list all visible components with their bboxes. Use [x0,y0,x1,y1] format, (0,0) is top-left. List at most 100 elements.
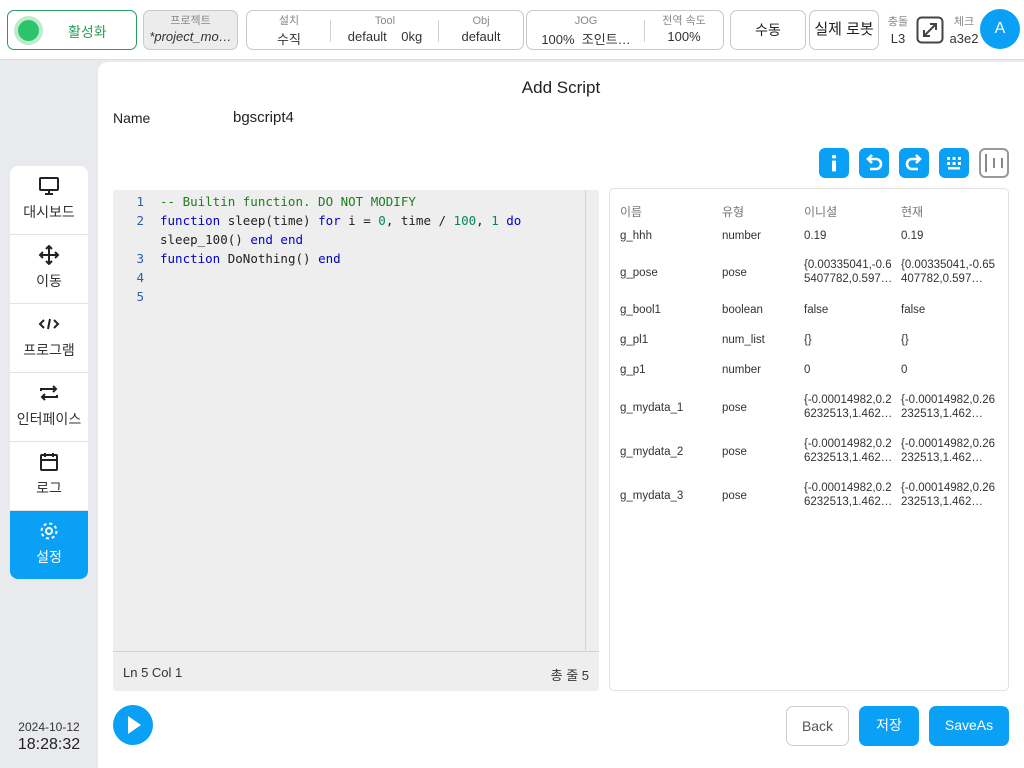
speed-label: 전역 속도 [662,15,706,27]
obj-cell[interactable]: Obj default [439,11,523,49]
editor-status-bar: Ln 5 Col 1 총 줄 5 [113,651,599,691]
header-type: 유형 [722,205,745,219]
sidebar-item-program[interactable]: 프로그램 [10,304,88,373]
code-area[interactable]: 1 -- Builtin function. DO NOT MODIFY 2 fun… [113,190,585,651]
var-name: g_mydata_1 [620,402,684,414]
save-button[interactable]: 저장 [859,706,919,746]
obj-label: Obj [472,15,490,27]
install-cell[interactable]: 설치 수직 [247,11,331,49]
split-view-button[interactable] [979,148,1009,178]
var-initial: {-0.00014982,0.26232513,1.462… [804,438,893,464]
var-type: pose [722,446,747,458]
info-icon [832,155,836,172]
jog-label: JOG [574,15,598,27]
top-bar: 활성화 프로젝트 *project_mo… 설치 수직 Tool default… [0,0,1024,60]
tool-label: Tool [374,15,396,27]
var-type: boolean [722,304,763,316]
total-lines: 총 줄 5 [550,668,589,683]
var-name: g_mydata_2 [620,446,684,458]
var-type: num_list [722,334,765,346]
real-robot-button[interactable]: 실제 로봇 [809,10,879,50]
code-icon [38,318,60,330]
speed-value: 100% [667,29,701,44]
code-line: 1 -- Builtin function. DO NOT MODIFY [113,192,585,211]
code-line: 5 [113,287,585,306]
var-type: pose [722,490,747,502]
code-text: function sleep(time) for i = 0, time / 1… [160,213,522,228]
manual-button[interactable]: 수동 [730,10,806,50]
sidebar-item-move[interactable]: 이동 [10,235,88,304]
var-initial: 0 [804,364,811,376]
code-text: sleep_100() end end [160,232,303,247]
page-title: Add Script [521,78,601,97]
cursor-position: Ln 5 Col 1 [123,665,183,680]
code-line: 2 function sleep(time) for i = 0, time / … [113,211,585,230]
code-line: sleep_100() end end [113,230,585,249]
var-type: pose [722,402,747,414]
line-number: 1 [136,194,144,209]
name-value[interactable]: bgscript4 [233,109,294,126]
sidebar-item-log[interactable]: 로그 [10,442,88,511]
line-number [113,230,150,249]
date-text: 2024-10-12 [18,720,80,734]
save-as-button[interactable]: SaveAs [929,706,1009,746]
line-number: 4 [136,270,144,285]
split-view-icon [985,154,1003,172]
sidebar-item-settings[interactable]: 설정 [10,511,88,579]
var-type: number [722,230,761,242]
tool-cell[interactable]: Tool default 0kg [331,11,439,49]
code-text: -- Builtin function. DO NOT MODIFY [160,194,416,209]
run-button[interactable] [113,705,153,745]
activate-label: 활성화 [68,24,107,40]
var-current: {0.00335041,-0.65407782,0.597… [901,259,996,285]
undo-button[interactable] [859,148,889,178]
var-name: g_bool1 [620,304,661,316]
project-label: 프로젝트 [170,15,211,27]
code-editor[interactable]: 1 -- Builtin function. DO NOT MODIFY 2 fun… [113,190,599,691]
var-current: {} [901,334,909,346]
avatar[interactable]: A [980,9,1020,49]
code-text: function DoNothing() end [160,251,341,266]
var-name: g_p1 [620,364,646,376]
var-name: g_pose [620,267,658,279]
var-type: pose [722,267,747,279]
redo-button[interactable] [899,148,929,178]
status-dot-icon [18,20,39,41]
collision-indicator[interactable]: 충돌 L3 [884,13,912,46]
install-tool-obj-group[interactable]: 설치 수직 Tool default 0kg Obj default [246,10,524,50]
var-current: false [901,304,926,316]
info-button[interactable] [819,148,849,178]
speed-cell[interactable]: 전역 속도 100% [645,11,723,49]
expand-icon[interactable] [916,16,944,49]
var-current: {-0.00014982,0.26232513,1.462… [901,482,996,508]
sidebar-item-label: 로그 [36,480,62,496]
tool-name: default [347,29,387,44]
project-selector[interactable]: 프로젝트 *project_mo… [143,10,238,50]
sidebar-item-dashboard[interactable]: 대시보드 [10,166,88,235]
interface-icon [40,385,58,401]
var-name: g_mydata_3 [620,490,684,502]
activate-button[interactable]: 활성화 [7,10,137,50]
var-initial: {-0.00014982,0.26232513,1.462… [804,394,893,420]
play-icon [128,716,141,734]
redo-icon [905,154,922,171]
variables-table: 이름 유형 이니셜 현재 g_hhh number 0.19 0.19 g_po… [609,188,1009,691]
check-indicator[interactable]: 체크 a3e2 [947,13,981,46]
keyboard-button[interactable] [939,148,969,178]
var-initial: {} [804,334,812,346]
var-current: 0 [901,364,908,376]
jog-mode: 조인트… [581,32,631,47]
line-number: 3 [136,251,144,266]
collision-label: 충돌 [887,16,909,28]
sidebar-item-interface[interactable]: 인터페이스 [10,373,88,442]
check-value: a3e2 [949,31,979,46]
gear-icon [40,522,58,540]
var-current: {-0.00014982,0.26232513,1.462… [901,438,996,464]
jog-cell[interactable]: JOG 100% 조인트… [527,11,645,49]
jog-speed-group[interactable]: JOG 100% 조인트… 전역 속도 100% [526,10,724,50]
var-type: number [722,364,761,376]
editor-scrollbar[interactable] [585,190,599,651]
back-button[interactable]: Back [786,706,849,746]
